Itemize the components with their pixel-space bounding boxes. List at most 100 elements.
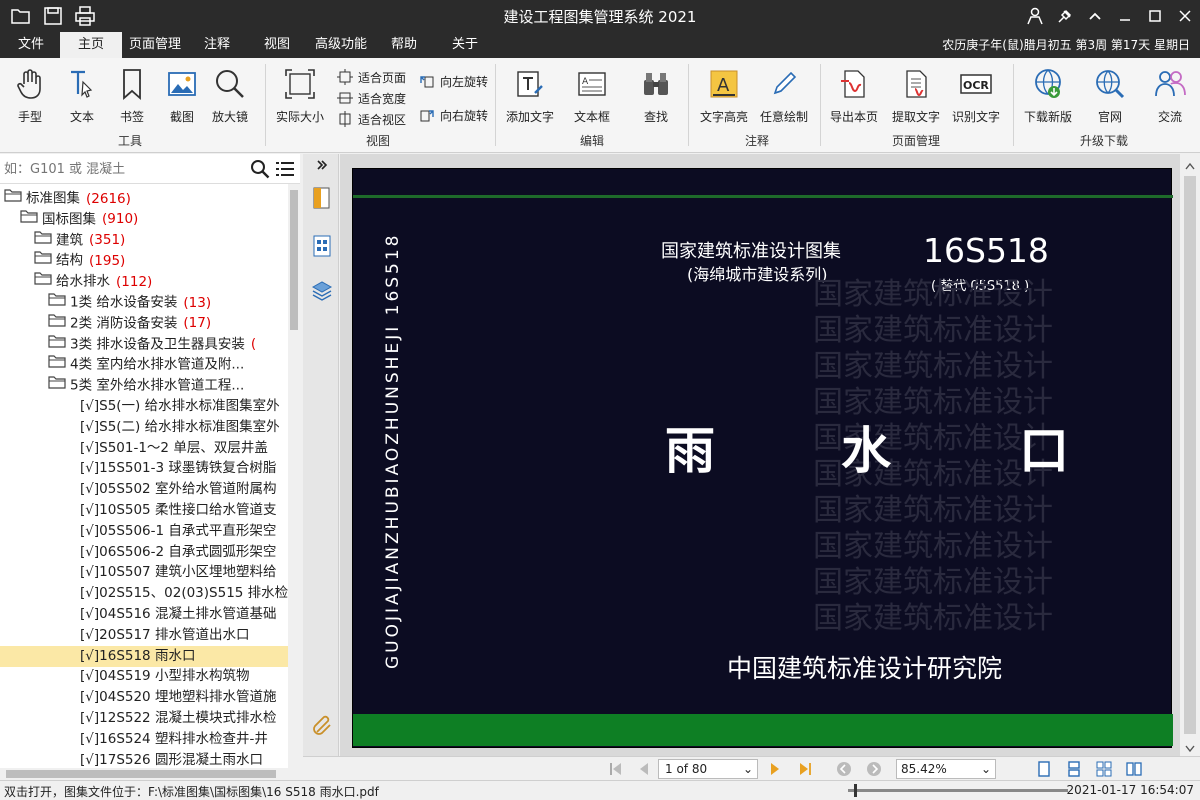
folder-icon[interactable] [34,250,52,271]
tree-folder[interactable]: 5类 室外给水排水管道工程... [0,375,288,396]
tree-item[interactable]: [√]16S524 塑料排水检查井-井 [0,729,288,750]
search-input[interactable] [4,159,234,179]
single-page-view-icon[interactable] [1036,761,1052,777]
tree-folder[interactable]: 标准图集 (2616) [0,188,288,209]
tree-item[interactable]: [√]17S526 圆形混凝土雨水口 [0,750,288,768]
list-view-icon[interactable] [276,161,294,181]
tree-folder[interactable]: 国标图集 (910) [0,209,288,230]
tree-vertical-scrollbar[interactable] [288,184,300,768]
rotate-left-button[interactable]: 向左旋转 [418,72,488,90]
ocr-button[interactable]: OCR 识别文字 [952,66,1000,125]
zoom-select[interactable]: 85.42% ⌄ [896,759,996,779]
folder-icon[interactable] [48,334,66,355]
folder-icon[interactable] [4,188,22,209]
menu-view[interactable]: 视图 [250,32,304,58]
attachment-panel-icon[interactable] [311,712,333,736]
two-page-view-icon[interactable] [1126,761,1142,777]
tree-item[interactable]: [√]04S519 小型排水构筑物 [0,666,288,687]
tree-item[interactable]: [√]06S506-2 自承式圆弧形架空 [0,542,288,563]
expand-panel-icon[interactable] [311,158,333,172]
menu-file[interactable]: 文件 [4,32,58,58]
screenshot-button[interactable]: 截图 [164,66,200,125]
scroll-down-icon[interactable] [1185,742,1195,757]
tree-folder[interactable]: 2类 消防设备安装 (17) [0,313,288,334]
continuous-view-icon[interactable] [1066,761,1082,777]
folder-icon[interactable] [48,313,66,334]
tree-item[interactable]: [√]10S507 建筑小区埋地塑料给 [0,562,288,583]
search-icon[interactable] [250,159,270,183]
first-page-icon[interactable] [608,761,624,777]
maximize-icon[interactable] [1140,0,1170,32]
tree-item[interactable]: [√]12S522 混凝土模块式排水检 [0,708,288,729]
folder-icon[interactable] [48,354,66,375]
menu-page-management[interactable]: 页面管理 [124,32,186,58]
tree-item[interactable]: [√]S5(二) 给水排水标准图集室外 [0,417,288,438]
tree-item[interactable]: [√]S501-1～2 单层、双层井盖 [0,438,288,459]
magnifier-button[interactable]: 放大镜 [212,66,248,125]
back-icon[interactable] [836,761,852,777]
folder-icon[interactable] [34,230,52,251]
close-icon[interactable] [1170,0,1200,32]
fit-view-button[interactable]: 适合视区 [336,110,406,128]
menu-annotation[interactable]: 注释 [190,32,244,58]
text-highlight-button[interactable]: A 文字高亮 [700,66,748,125]
menu-help[interactable]: 帮助 [380,32,428,58]
tree-item[interactable]: [√]05S502 室外给水管道附属构 [0,479,288,500]
tree-item[interactable]: [√]10S505 柔性接口给水管道支 [0,500,288,521]
forward-icon[interactable] [866,761,882,777]
tree-folder[interactable]: 1类 给水设备安装 (13) [0,292,288,313]
textbox-button[interactable]: A 文本框 [574,66,610,125]
menu-advanced[interactable]: 高级功能 [308,32,374,58]
zoom-slider-track[interactable] [848,789,1068,792]
scroll-up-icon[interactable] [1185,159,1195,174]
text-tool-button[interactable]: 文本 [64,66,100,125]
tree-folder[interactable]: 4类 室内给水排水管道及附... [0,354,288,375]
actual-size-button[interactable]: 实际大小 [276,66,324,125]
hand-tool-button[interactable]: 手型 [12,66,48,125]
tree-item[interactable]: [√]15S501-3 球墨铸铁复合树脂 [0,458,288,479]
tree-folder[interactable]: 给水排水 (112) [0,271,288,292]
minimize-icon[interactable] [1110,0,1140,32]
zoom-slider-handle[interactable] [854,784,857,797]
last-page-icon[interactable] [797,761,813,777]
facing-view-icon[interactable] [1096,761,1112,777]
tree-item[interactable]: [√]20S517 排水管道出水口 [0,625,288,646]
menu-about[interactable]: 关于 [440,32,490,58]
collapse-ribbon-icon[interactable] [1080,0,1110,32]
document-viewer[interactable]: GUOJIAJIANZHUBIAOZHUNSHEJI 16S518 国家建筑标准… [340,154,1180,756]
page-number-select[interactable]: 1 of 80 ⌄ [658,759,758,779]
tree-horizontal-scrollbar[interactable] [0,768,300,780]
previous-page-icon[interactable] [636,761,652,777]
tree-item[interactable]: [√]16S518 雨水口 [0,645,288,667]
tree-item[interactable]: [√]04S520 埋地塑料排水管道施 [0,687,288,708]
add-text-button[interactable]: 添加文字 [506,66,554,125]
folder-icon[interactable] [20,209,38,230]
download-new-version-button[interactable]: 下载新版 [1024,66,1072,125]
tree-folder[interactable]: 结构 (195) [0,250,288,271]
menu-home[interactable]: 主页 [60,32,122,58]
scroll-thumb[interactable] [6,770,276,778]
find-button[interactable]: 查找 [638,66,674,125]
tree-item[interactable]: [√]S5(一) 给水排水标准图集室外 [0,396,288,417]
exchange-button[interactable]: 交流 [1152,66,1188,125]
user-icon[interactable] [1020,0,1050,32]
export-page-button[interactable]: 导出本页 [830,66,878,125]
thumbnails-panel-icon[interactable] [311,234,333,258]
rotate-right-button[interactable]: 向右旋转 [418,106,488,124]
folder-icon[interactable] [34,271,52,292]
scroll-thumb[interactable] [290,190,298,330]
folder-icon[interactable] [48,375,66,396]
tree-folder[interactable]: 3类 排水设备及卫生器具安装 ( [0,334,288,355]
bookmark-button[interactable]: 书签 [114,66,150,125]
tree-item[interactable]: [√]02S515、02(03)S515 排水检 [0,583,288,604]
fit-page-button[interactable]: 适合页面 [336,68,406,86]
pin-icon[interactable] [1050,0,1080,32]
website-button[interactable]: 官网 [1092,66,1128,125]
viewer-vertical-scrollbar[interactable] [1180,154,1200,756]
layers-panel-icon[interactable] [311,278,333,302]
folder-icon[interactable] [48,292,66,313]
extract-text-button[interactable]: 提取文字 [892,66,940,125]
tree-folder[interactable]: 建筑 (351) [0,230,288,251]
free-draw-button[interactable]: 任意绘制 [760,66,808,125]
bookmark-panel-icon[interactable] [311,186,333,210]
